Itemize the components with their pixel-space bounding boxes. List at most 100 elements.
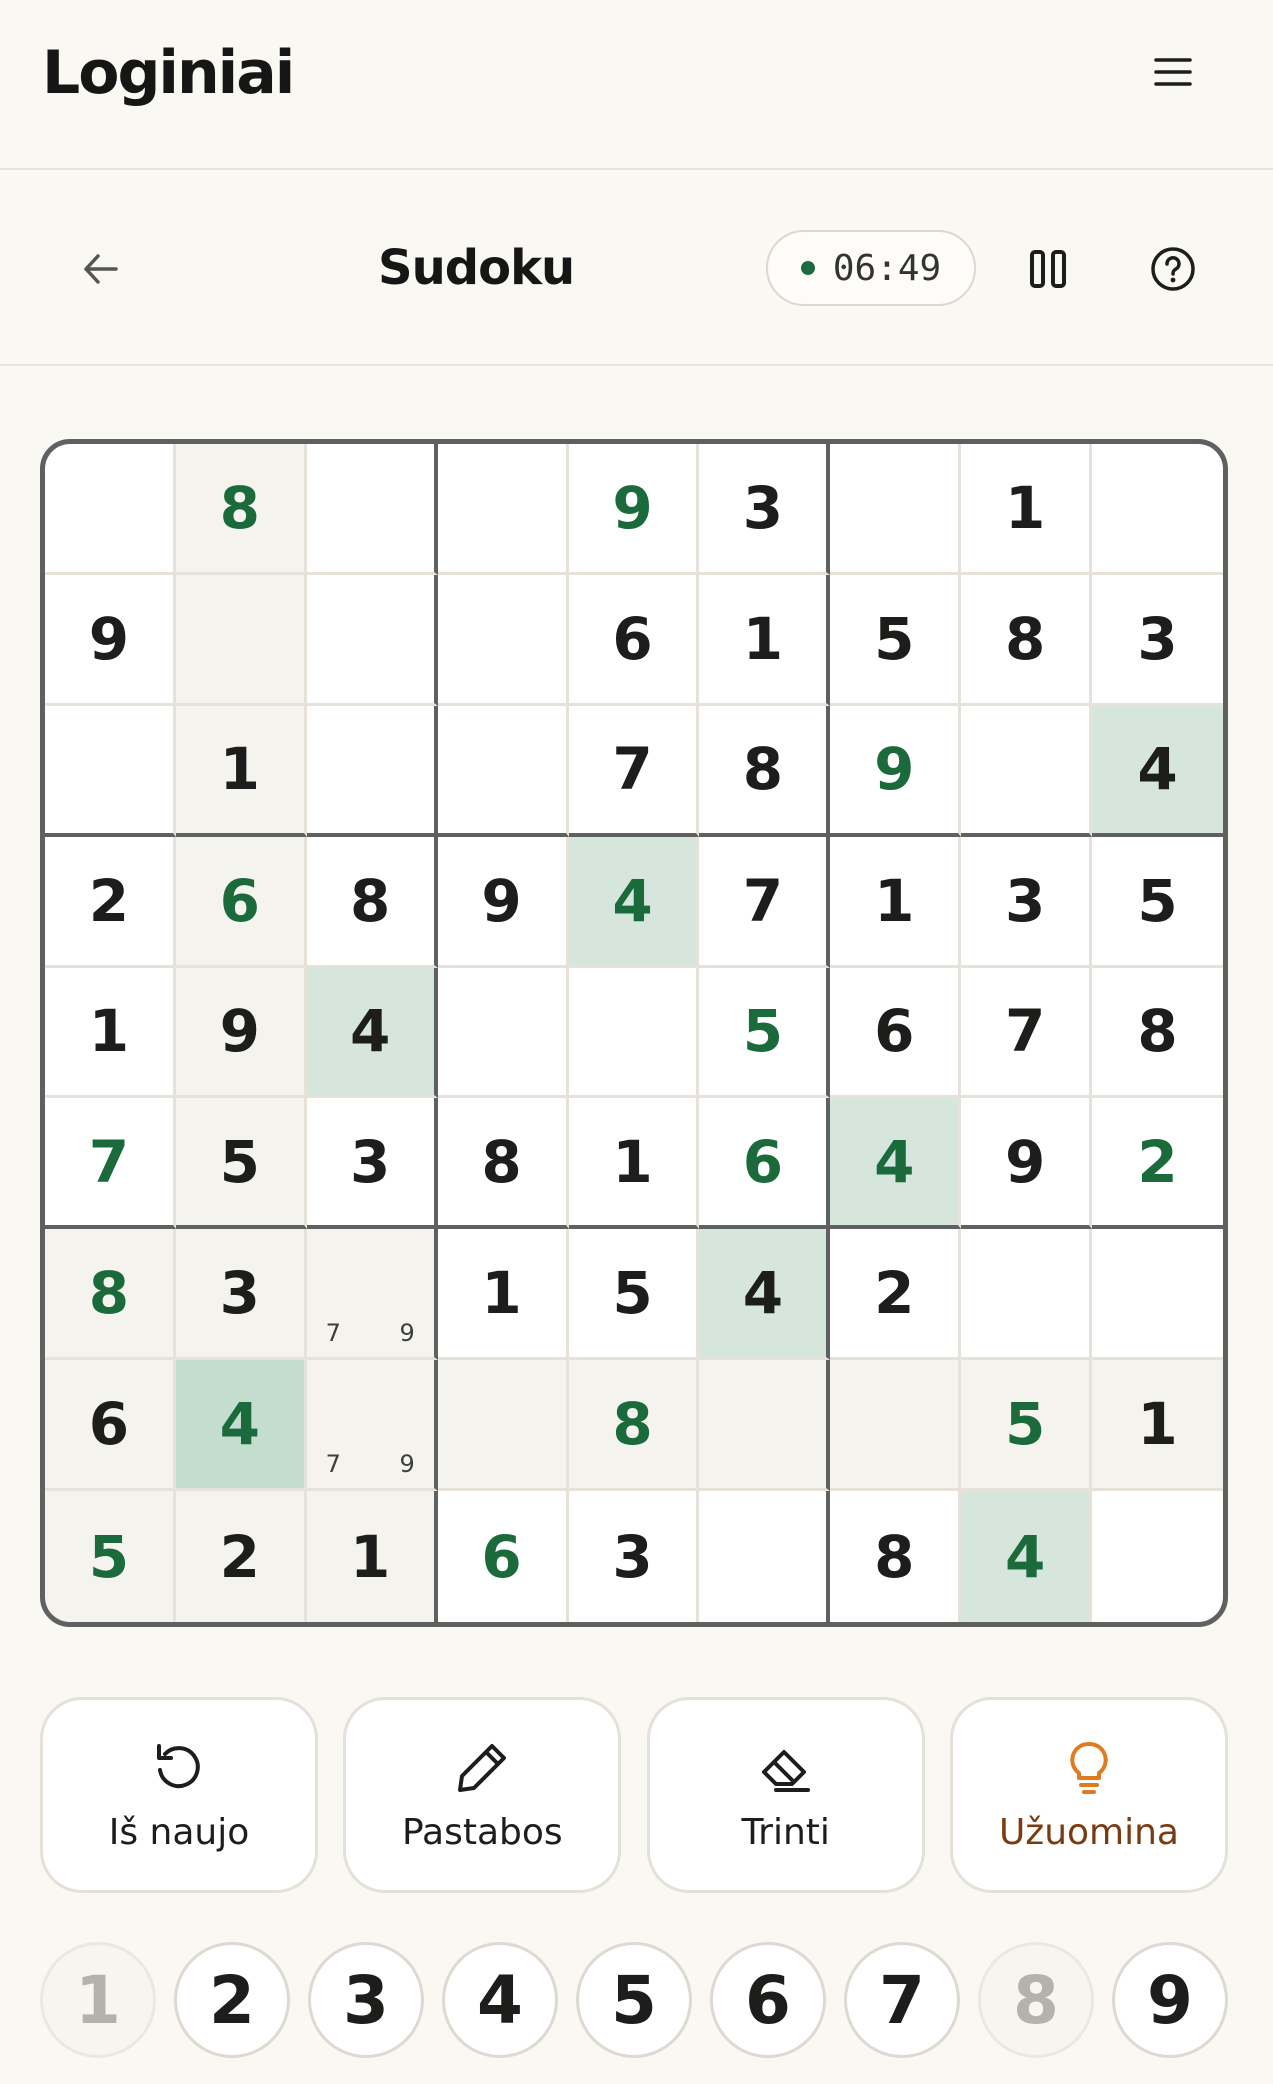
eraser-icon [761, 1749, 810, 1792]
sudoku-cell-r8c3[interactable]: 79 [306, 1360, 438, 1492]
sudoku-cell-r4c9[interactable]: 5 [1092, 836, 1223, 968]
sudoku-cell-r7c8[interactable] [961, 1229, 1093, 1361]
sudoku-cell-r1c8[interactable]: 1 [961, 444, 1093, 575]
sudoku-cell-r4c5[interactable]: 4 [568, 836, 700, 968]
sudoku-cell-r2c2[interactable] [175, 574, 307, 706]
sudoku-cell-r8c2[interactable]: 4 [175, 1360, 307, 1492]
sudoku-cell-r2c1[interactable]: 9 [45, 574, 176, 706]
sudoku-cell-r6c4[interactable]: 8 [437, 1098, 569, 1230]
sudoku-cell-r3c2[interactable]: 1 [175, 705, 307, 837]
sudoku-cell-r3c5[interactable]: 7 [568, 705, 700, 837]
sudoku-cell-r4c6[interactable]: 7 [699, 836, 831, 968]
number-button-4[interactable]: 4 [442, 1942, 558, 2058]
sudoku-cell-r6c5[interactable]: 1 [568, 1098, 700, 1230]
number-button-7[interactable]: 7 [844, 1942, 960, 2058]
sudoku-cell-r5c1[interactable]: 1 [45, 967, 176, 1099]
sudoku-cell-r3c8[interactable] [961, 705, 1093, 837]
sudoku-cell-r7c9[interactable] [1092, 1229, 1223, 1361]
sudoku-cell-r5c3[interactable]: 4 [306, 967, 438, 1099]
sudoku-cell-r6c9[interactable]: 2 [1092, 1098, 1223, 1230]
sudoku-cell-r4c2[interactable]: 6 [175, 836, 307, 968]
sudoku-cell-r7c6[interactable]: 4 [699, 1229, 831, 1361]
sudoku-cell-r9c8[interactable]: 4 [961, 1491, 1093, 1622]
sudoku-cell-r2c3[interactable] [306, 574, 438, 706]
sudoku-cell-r9c3[interactable]: 1 [306, 1491, 438, 1622]
sudoku-cell-r1c1[interactable] [45, 444, 176, 575]
sudoku-cell-r3c1[interactable] [45, 705, 176, 837]
number-button-5[interactable]: 5 [576, 1942, 692, 2058]
sudoku-cell-r7c2[interactable]: 3 [175, 1229, 307, 1361]
notes-button[interactable]: Pastabos [343, 1697, 622, 1893]
sudoku-cell-r2c8[interactable]: 8 [961, 574, 1093, 706]
sudoku-cell-r5c2[interactable]: 9 [175, 967, 307, 1099]
erase-button[interactable]: Trinti [646, 1697, 925, 1893]
sudoku-cell-r9c6[interactable] [699, 1491, 831, 1622]
sudoku-cell-r7c5[interactable]: 5 [568, 1229, 700, 1361]
sudoku-cell-r8c5[interactable]: 8 [568, 1360, 700, 1492]
sudoku-cell-r9c5[interactable]: 3 [568, 1491, 700, 1622]
sudoku-cell-r8c8[interactable]: 5 [961, 1360, 1093, 1492]
sudoku-cell-r3c7[interactable]: 9 [830, 705, 962, 837]
sudoku-cell-r8c6[interactable] [699, 1360, 831, 1492]
hint-button[interactable]: Užuomina [949, 1697, 1228, 1893]
help-button[interactable] [1148, 244, 1198, 294]
sudoku-cell-r2c5[interactable]: 6 [568, 574, 700, 706]
sudoku-cell-r7c7[interactable]: 2 [830, 1229, 962, 1361]
sudoku-cell-r6c3[interactable]: 3 [306, 1098, 438, 1230]
sudoku-cell-r3c9[interactable]: 4 [1092, 705, 1223, 837]
sudoku-cell-r5c5[interactable] [568, 967, 700, 1099]
sudoku-cell-r5c4[interactable] [437, 967, 569, 1099]
sudoku-cell-r1c2[interactable]: 8 [175, 444, 307, 575]
sudoku-cell-r1c5[interactable]: 9 [568, 444, 700, 575]
sudoku-cell-r7c4[interactable]: 1 [437, 1229, 569, 1361]
pause-button[interactable] [1024, 244, 1072, 294]
sudoku-cell-r5c7[interactable]: 6 [830, 967, 962, 1099]
sudoku-cell-r3c3[interactable] [306, 705, 438, 837]
sudoku-cell-r4c4[interactable]: 9 [437, 836, 569, 968]
sudoku-cell-r7c1[interactable]: 8 [45, 1229, 176, 1361]
sudoku-cell-r4c8[interactable]: 3 [961, 836, 1093, 968]
number-button-8[interactable]: 8 [978, 1942, 1094, 2058]
number-button-9[interactable]: 9 [1112, 1942, 1228, 2058]
sudoku-cell-r4c3[interactable]: 8 [306, 836, 438, 968]
sudoku-cell-r7c3[interactable]: 79 [306, 1229, 438, 1361]
sudoku-cell-r4c1[interactable]: 2 [45, 836, 176, 968]
number-button-6[interactable]: 6 [710, 1942, 826, 2058]
sudoku-cell-r3c4[interactable] [437, 705, 569, 837]
sudoku-cell-r3c6[interactable]: 8 [699, 705, 831, 837]
sudoku-cell-r4c7[interactable]: 1 [830, 836, 962, 968]
sudoku-cell-r8c1[interactable]: 6 [45, 1360, 176, 1492]
sudoku-cell-r1c4[interactable] [437, 444, 569, 575]
sudoku-cell-r6c2[interactable]: 5 [175, 1098, 307, 1230]
sudoku-cell-r2c4[interactable] [437, 574, 569, 706]
number-button-2[interactable]: 2 [174, 1942, 290, 2058]
sudoku-cell-r2c7[interactable]: 5 [830, 574, 962, 706]
sudoku-cell-r5c9[interactable]: 8 [1092, 967, 1223, 1099]
sudoku-cell-r9c7[interactable]: 8 [830, 1491, 962, 1622]
sudoku-cell-r2c6[interactable]: 1 [699, 574, 831, 706]
sudoku-cell-r9c4[interactable]: 6 [437, 1491, 569, 1622]
sudoku-cell-r1c7[interactable] [830, 444, 962, 575]
app-logo[interactable]: Loginiai [42, 38, 295, 108]
number-button-1[interactable]: 1 [40, 1942, 156, 2058]
sudoku-cell-r6c6[interactable]: 6 [699, 1098, 831, 1230]
sudoku-cell-r9c2[interactable]: 2 [175, 1491, 307, 1622]
sudoku-cell-r1c3[interactable] [306, 444, 438, 575]
sudoku-cell-r9c1[interactable]: 5 [45, 1491, 176, 1622]
sudoku-cell-r1c6[interactable]: 3 [699, 444, 831, 575]
sudoku-cell-r8c9[interactable]: 1 [1092, 1360, 1223, 1492]
sudoku-cell-r8c4[interactable] [437, 1360, 569, 1492]
sudoku-cell-r6c7[interactable]: 4 [830, 1098, 962, 1230]
sudoku-cell-r6c1[interactable]: 7 [45, 1098, 176, 1230]
sudoku-cell-r6c8[interactable]: 9 [961, 1098, 1093, 1230]
sudoku-cell-r8c7[interactable] [830, 1360, 962, 1492]
number-button-3[interactable]: 3 [308, 1942, 424, 2058]
sudoku-cell-r2c9[interactable]: 3 [1092, 574, 1223, 706]
sudoku-cell-r5c8[interactable]: 7 [961, 967, 1093, 1099]
sudoku-cell-r5c6[interactable]: 5 [699, 967, 831, 1099]
back-button[interactable] [76, 244, 126, 294]
menu-button[interactable] [1150, 52, 1196, 92]
sudoku-cell-r9c9[interactable] [1092, 1491, 1223, 1622]
restart-button[interactable]: Iš naujo [40, 1697, 318, 1893]
sudoku-cell-r1c9[interactable] [1092, 444, 1223, 575]
